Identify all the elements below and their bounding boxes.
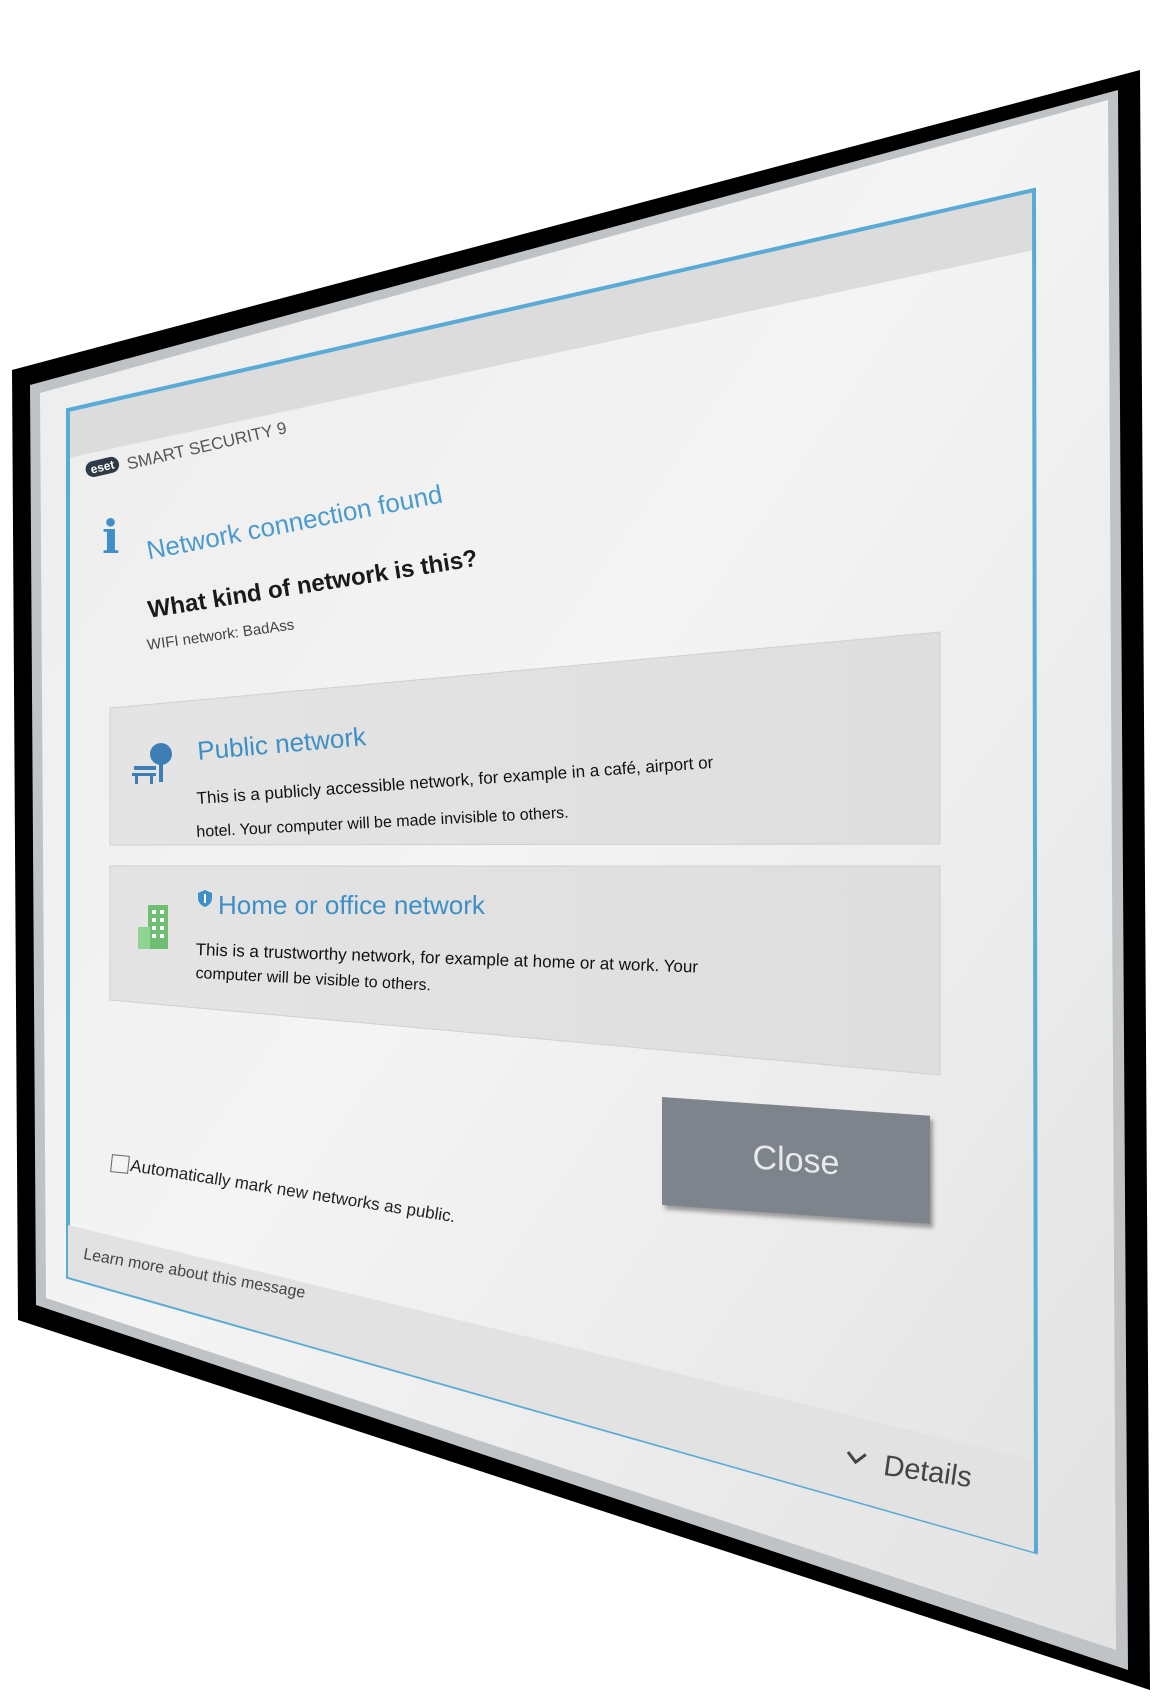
option-home-title[interactable]: Home or office network xyxy=(218,890,485,921)
auto-public-checkbox[interactable] xyxy=(110,1154,130,1174)
close-button-label: Close xyxy=(752,1137,840,1182)
device-frame xyxy=(12,70,1150,1690)
info-icon: i xyxy=(102,510,120,564)
close-button[interactable]: Close xyxy=(662,1097,930,1224)
